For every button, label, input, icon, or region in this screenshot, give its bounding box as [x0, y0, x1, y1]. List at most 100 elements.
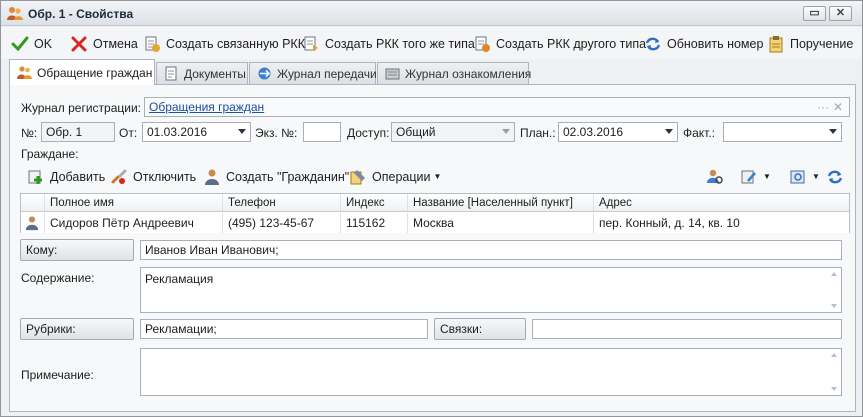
citizens-appeal-panel: Журнал регистрации: Обращения граждан ··…: [9, 84, 856, 412]
close-icon: ✕: [835, 7, 846, 19]
chevron-down-icon[interactable]: [665, 129, 673, 134]
operations-menu-button[interactable]: Операции ▼: [349, 167, 441, 186]
plan-date-field[interactable]: 02.03.2016: [558, 122, 678, 142]
note-scrollbar[interactable]: [827, 349, 841, 395]
person-icon: [25, 216, 39, 231]
chevron-down-icon[interactable]: [502, 129, 510, 134]
number-field[interactable]: Обр. 1: [41, 122, 115, 142]
fact-date-label: Факт.:: [683, 126, 716, 140]
citizens-label: Граждане:: [21, 147, 79, 161]
rubrics-field[interactable]: Рекламации;: [140, 319, 428, 339]
view-icon: [790, 170, 805, 183]
view-menu-button[interactable]: ▼: [789, 167, 820, 186]
from-label: От:: [119, 126, 138, 140]
cell-city: Москва: [408, 213, 594, 233]
fact-date-field[interactable]: [723, 122, 842, 142]
copy-document-icon: [304, 36, 318, 51]
column-header-index[interactable]: Индекс: [341, 194, 408, 211]
add-citizen-button[interactable]: Добавить: [27, 167, 105, 186]
column-header-full-name[interactable]: Полное имя: [45, 194, 223, 211]
create-other-type-rkk-button[interactable]: Создать РКК другого типа: [473, 34, 646, 53]
journal-link[interactable]: Обращения граждан: [149, 100, 264, 114]
document-icon: [165, 66, 177, 81]
chevron-down-icon: ▼: [812, 172, 820, 181]
properties-window: Обр. 1 - Свойства ▭ ✕ OK Отмена Создать …: [0, 0, 863, 417]
content-scrollbar[interactable]: [827, 268, 841, 312]
tab-documents[interactable]: Документы: [156, 62, 248, 84]
note-label: Примечание:: [21, 368, 94, 382]
main-toolbar: OK Отмена Создать связанную РКК Создать …: [1, 27, 862, 59]
find-citizen-button[interactable]: [706, 167, 729, 186]
citizens-grid: Полное имя Телефон Индекс Название [Насе…: [20, 193, 850, 233]
create-linked-rkk-button[interactable]: Создать связанную РКК: [143, 34, 305, 53]
copy-number-field[interactable]: [303, 122, 341, 142]
tab-transfer-log[interactable]: Журнал передачи: [249, 62, 377, 84]
linked-document-icon: [145, 36, 160, 52]
create-same-type-rkk-button[interactable]: Создать РКК того же типа: [302, 34, 475, 53]
window-title: Обр. 1 - Свойства: [28, 7, 134, 21]
detach-citizen-button[interactable]: Отключить: [110, 167, 196, 186]
ok-button[interactable]: OK: [11, 34, 52, 53]
assignment-button[interactable]: Поручение: [767, 34, 853, 53]
grid-header: Полное имя Телефон Индекс Название [Насе…: [21, 194, 849, 212]
edit-icon: [741, 170, 756, 183]
title-bar: Обр. 1 - Свойства ▭ ✕: [1, 1, 862, 26]
cell-full-name: Сидоров Пётр Андреевич: [45, 213, 223, 233]
column-header-address[interactable]: Адрес: [594, 194, 849, 211]
column-header-city[interactable]: Название [Населенный пункт]: [408, 194, 594, 211]
access-select[interactable]: Общий: [391, 122, 515, 142]
refresh-citizens-button[interactable]: [826, 167, 849, 186]
chevron-down-icon: ▼: [433, 172, 442, 181]
journal-label: Журнал регистрации:: [21, 101, 142, 115]
person-search-icon: [707, 169, 723, 184]
column-header-phone[interactable]: Телефон: [223, 194, 341, 211]
copy-number-label: Экз. №:: [255, 126, 298, 140]
cell-address: пер. Конный, д. 14, кв. 10: [599, 216, 740, 230]
chevron-down-icon: ▼: [763, 172, 771, 181]
chevron-down-icon[interactable]: [829, 129, 837, 134]
checkmark-icon: [11, 36, 29, 51]
clipboard-icon: [769, 35, 783, 52]
tab-review-log[interactable]: Журнал ознакомления: [377, 62, 531, 84]
minimize-button[interactable]: ▭: [803, 6, 826, 21]
tab-citizens-appeal[interactable]: Обращение граждан: [9, 59, 155, 85]
add-icon: [28, 170, 42, 184]
chevron-down-icon[interactable]: [238, 129, 246, 134]
to-field[interactable]: Иванов Иван Иванович;: [140, 240, 842, 260]
from-date-field[interactable]: 01.03.2016: [142, 122, 251, 142]
citizens-toolbar: Добавить Отключить Создать "Гражданин" О…: [20, 165, 850, 187]
content-textarea[interactable]: Рекламация: [140, 267, 842, 313]
cancel-button[interactable]: Отмена: [70, 34, 138, 53]
rubrics-button[interactable]: Рубрики:: [20, 318, 134, 340]
table-row[interactable]: Сидоров Пётр Андреевич (495) 123-45-67 1…: [21, 213, 849, 233]
row-icon-cell: [21, 213, 45, 233]
citizens-icon: [17, 66, 32, 79]
access-label: Доступ:: [347, 126, 390, 140]
review-log-icon: [385, 68, 400, 80]
update-number-button[interactable]: Обновить номер: [644, 34, 763, 53]
refresh-icon: [827, 170, 843, 183]
tab-strip: Обращение граждан Документы Журнал перед…: [1, 59, 862, 85]
refresh-icon: [645, 37, 661, 50]
person-icon: [205, 169, 219, 185]
minimize-icon: ▭: [809, 7, 820, 19]
edit-menu-button[interactable]: ▼: [740, 167, 771, 186]
unlink-icon: [111, 169, 127, 184]
content-label: Содержание:: [21, 271, 95, 285]
new-document-icon: [475, 36, 490, 52]
grid-header-icon-cell: [21, 194, 45, 211]
journal-field[interactable]: Обращения граждан ··· ✕: [144, 97, 850, 117]
to-button[interactable]: Кому:: [20, 239, 134, 261]
cross-icon: [71, 36, 87, 51]
journal-clear-icon[interactable]: ✕: [833, 100, 843, 114]
citizens-app-icon: [7, 7, 23, 20]
operations-icon: [350, 169, 365, 184]
number-label: №:: [21, 126, 38, 140]
links-field[interactable]: [532, 319, 842, 339]
create-citizen-button[interactable]: Создать "Гражданин": [203, 167, 349, 186]
journal-more-button[interactable]: ···: [817, 100, 829, 114]
close-button[interactable]: ✕: [829, 6, 852, 21]
transfer-log-icon: [258, 67, 271, 80]
links-button[interactable]: Связки:: [434, 318, 526, 340]
note-textarea[interactable]: [140, 348, 842, 396]
